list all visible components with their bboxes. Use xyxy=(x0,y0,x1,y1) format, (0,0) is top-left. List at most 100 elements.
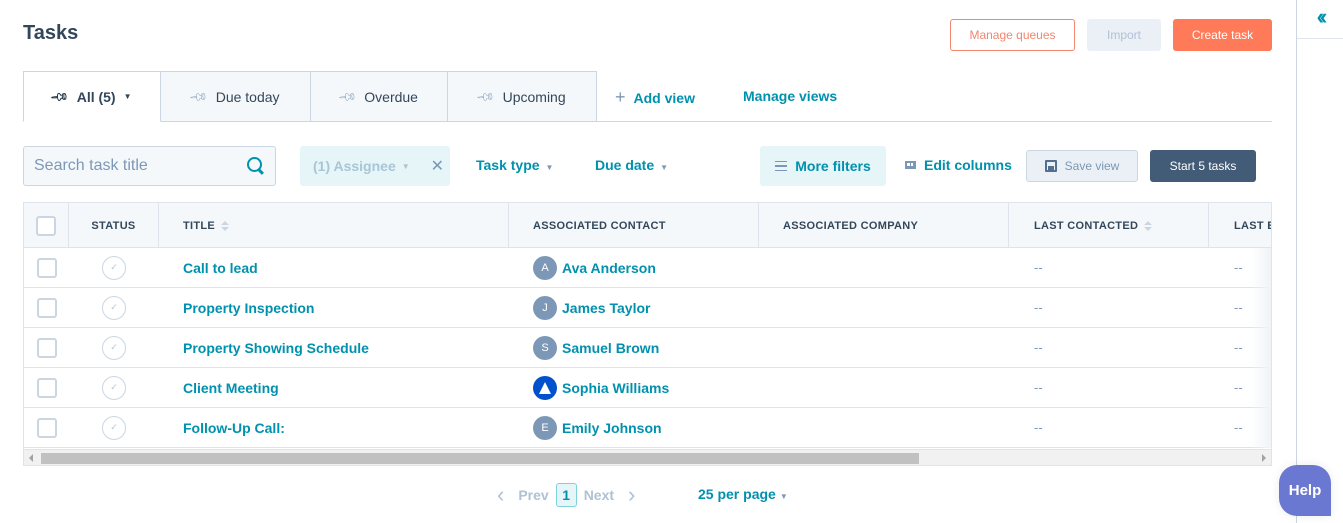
import-button[interactable]: Import xyxy=(1087,19,1161,51)
create-task-button[interactable]: Create task xyxy=(1173,19,1272,51)
sort-icon[interactable] xyxy=(221,220,230,231)
scroll-left-icon[interactable] xyxy=(29,454,33,462)
caret-down-icon: ▼ xyxy=(401,161,410,171)
assignee-filter[interactable]: (1) Assignee ▼ ✕ xyxy=(300,146,450,186)
tab-overdue[interactable]: 📌︎ Overdue xyxy=(311,71,448,122)
prev-page-button[interactable]: Prev xyxy=(518,487,548,503)
complete-task-icon[interactable]: ✓ xyxy=(102,415,126,440)
complete-task-icon[interactable]: ✓ xyxy=(102,295,126,320)
sort-icon[interactable] xyxy=(1144,220,1153,231)
last-contacted-cell: -- xyxy=(1034,300,1043,315)
company-logo-icon xyxy=(533,375,557,400)
clear-filter-icon[interactable]: ✕ xyxy=(431,156,444,176)
manage-queues-button[interactable]: Manage queues xyxy=(950,19,1075,51)
task-type-filter[interactable]: Task type ▼ xyxy=(476,157,553,173)
column-last-contacted[interactable]: LAST CONTACTED xyxy=(1009,203,1209,248)
add-view-button[interactable]: + Add view xyxy=(615,87,695,108)
per-page-dropdown[interactable]: 25 per page ▼ xyxy=(698,486,788,502)
pin-icon: 📌︎ xyxy=(188,86,210,107)
contact-link[interactable]: Samuel Brown xyxy=(562,340,659,356)
tasks-table: STATUS TITLE ASSOCIATED CONTACT ASSOCIAT… xyxy=(23,202,1272,466)
start-tasks-button[interactable]: Start 5 tasks xyxy=(1150,150,1256,182)
right-sidebar: ‹‹ xyxy=(1296,0,1343,523)
tab-label: Due today xyxy=(215,88,280,105)
company-cell xyxy=(759,288,1009,328)
row-checkbox[interactable] xyxy=(36,377,57,398)
horizontal-scrollbar[interactable] xyxy=(24,449,1271,465)
scroll-right-icon[interactable] xyxy=(1262,454,1266,462)
table-body: ✓ Call to lead A Ava Anderson -- -- ✓ Pro… xyxy=(24,248,1271,448)
sliders-icon xyxy=(775,161,788,171)
search-icon[interactable] xyxy=(247,157,265,175)
help-button[interactable]: Help xyxy=(1279,465,1331,516)
manage-views-link[interactable]: Manage views xyxy=(743,88,837,104)
caret-down-icon: ▼ xyxy=(123,92,132,101)
row-checkbox[interactable] xyxy=(36,337,57,358)
complete-task-icon[interactable]: ✓ xyxy=(102,335,126,360)
column-title[interactable]: TITLE xyxy=(159,203,509,248)
column-last-e[interactable]: LAST E xyxy=(1209,203,1271,248)
tab-due-today[interactable]: 📌︎ Due today xyxy=(161,71,311,122)
caret-down-icon: ▼ xyxy=(545,163,554,172)
tab-label: Overdue xyxy=(364,88,418,105)
search-input[interactable] xyxy=(34,157,247,175)
task-title-link[interactable]: Call to lead xyxy=(183,260,258,276)
search-box xyxy=(23,146,276,186)
tabs-divider xyxy=(597,121,1272,122)
company-cell xyxy=(759,408,1009,448)
row-checkbox[interactable] xyxy=(36,417,57,438)
column-associated-company[interactable]: ASSOCIATED COMPANY xyxy=(759,203,1009,248)
last-contacted-cell: -- xyxy=(1034,340,1043,355)
contact-link[interactable]: Ava Anderson xyxy=(562,260,656,276)
pin-icon: 📌︎ xyxy=(49,86,71,107)
task-title-link[interactable]: Follow-Up Call: xyxy=(183,420,285,436)
tab-upcoming[interactable]: 📌︎ Upcoming xyxy=(448,71,597,122)
column-associated-contact[interactable]: ASSOCIATED CONTACT xyxy=(509,203,759,248)
tab-label: All (5) xyxy=(76,88,116,105)
caret-down-icon: ▼ xyxy=(779,492,788,501)
edit-columns-button[interactable]: Edit columns xyxy=(905,157,1012,173)
save-view-button[interactable]: Save view xyxy=(1026,150,1138,182)
column-status[interactable]: STATUS xyxy=(69,203,159,248)
contact-link[interactable]: Emily Johnson xyxy=(562,420,662,436)
company-cell xyxy=(759,368,1009,408)
next-page-button[interactable]: Next xyxy=(584,487,614,503)
column-title-label: TITLE xyxy=(183,219,216,232)
tab-label: Upcoming xyxy=(502,88,566,105)
pagination: ‹ Prev 1 Next › xyxy=(497,482,635,508)
table-row: ✓ Call to lead A Ava Anderson -- -- xyxy=(24,248,1271,288)
pin-icon: 📌︎ xyxy=(475,86,497,107)
select-all-checkbox[interactable] xyxy=(36,215,56,236)
plus-icon: + xyxy=(615,87,626,107)
company-cell xyxy=(759,248,1009,288)
more-filters-button[interactable]: More filters xyxy=(760,146,886,186)
task-title-link[interactable]: Client Meeting xyxy=(183,380,279,396)
page-number-button[interactable]: 1 xyxy=(555,483,577,507)
double-chevron-left-icon: ‹‹ xyxy=(1316,4,1327,29)
contact-link[interactable]: James Taylor xyxy=(562,300,650,316)
chevron-left-icon[interactable]: ‹ xyxy=(497,482,504,508)
more-filters-label: More filters xyxy=(795,158,871,174)
page-title: Tasks xyxy=(23,22,79,44)
task-title-link[interactable]: Property Showing Schedule xyxy=(183,340,369,356)
scrollbar-thumb[interactable] xyxy=(41,453,919,464)
scroll-fade xyxy=(1251,248,1271,448)
complete-task-icon[interactable]: ✓ xyxy=(102,375,126,400)
chevron-right-icon[interactable]: › xyxy=(628,482,635,508)
task-title-link[interactable]: Property Inspection xyxy=(183,300,314,316)
contact-link[interactable]: Sophia Williams xyxy=(562,380,669,396)
tab-all[interactable]: 📌︎ All (5) ▼ xyxy=(23,71,161,122)
row-checkbox[interactable] xyxy=(36,257,57,278)
company-cell xyxy=(759,328,1009,368)
last-contacted-cell: -- xyxy=(1034,260,1043,275)
due-date-label: Due date xyxy=(595,157,655,173)
view-tabs: 📌︎ All (5) ▼ 📌︎ Due today 📌︎ Overdue 📌︎ … xyxy=(23,71,597,122)
complete-task-icon[interactable]: ✓ xyxy=(102,255,126,280)
row-checkbox[interactable] xyxy=(36,297,57,318)
column-last-contacted-label: LAST CONTACTED xyxy=(1034,219,1139,232)
table-row: ✓ Follow-Up Call: E Emily Johnson -- -- xyxy=(24,408,1271,448)
caret-down-icon: ▼ xyxy=(660,163,669,172)
due-date-filter[interactable]: Due date ▼ xyxy=(595,157,668,173)
collapse-sidebar-button[interactable]: ‹‹ xyxy=(1297,0,1343,39)
avatar: E xyxy=(533,415,557,440)
